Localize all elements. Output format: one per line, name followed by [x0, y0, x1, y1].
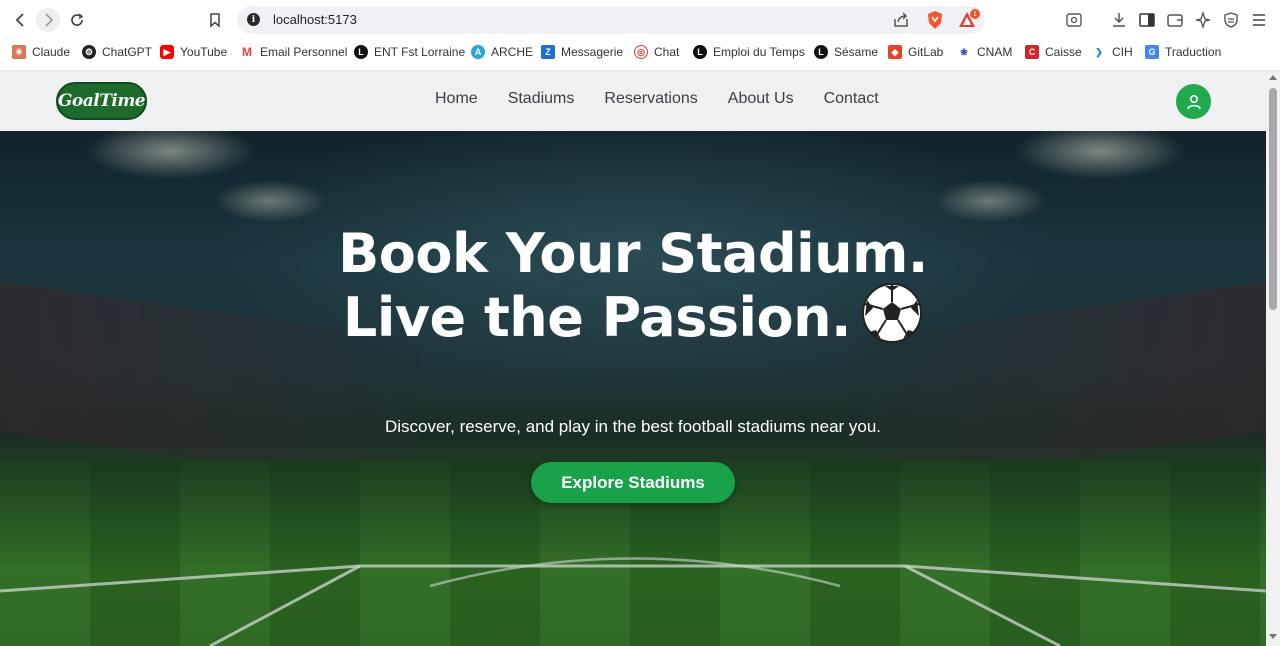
nav-stadiums[interactable]: Stadiums: [508, 90, 575, 108]
bookmark-label: Emploi du Temps: [713, 45, 805, 59]
chatgpt-icon: ⚙: [82, 45, 96, 59]
scroll-up-arrow-icon[interactable]: [1269, 75, 1277, 80]
brave-shield-icon[interactable]: [926, 10, 944, 30]
bookmark-label: Claude: [32, 45, 71, 59]
soccer-ball-icon: [861, 282, 923, 354]
page-viewport: GoalTime Home Stadiums Reservations Abou…: [0, 71, 1266, 646]
site-navbar: GoalTime Home Stadiums Reservations Abou…: [0, 71, 1266, 131]
google-translate-icon: G: [1145, 45, 1159, 59]
bookmark-icon[interactable]: [203, 8, 227, 32]
bookmark-gitlab[interactable]: ◆ GitLab: [888, 44, 943, 60]
hero-title: Book Your Stadium. Live the Passion.: [333, 225, 933, 354]
bookmark-caisse[interactable]: C Caisse: [1025, 44, 1082, 60]
bookmark-label: Chat: [654, 45, 680, 59]
hero-section: Book Your Stadium. Live the Passion. Dis…: [0, 131, 1266, 646]
user-profile-button[interactable]: [1176, 84, 1211, 119]
arche-icon: A: [471, 45, 485, 59]
browser-toolbar: i localhost:5173 1: [0, 0, 1280, 40]
universite-lorraine-icon: L: [354, 45, 368, 59]
page-scrollbar[interactable]: [1266, 71, 1280, 646]
bookmark-label: ENT Fst Lorraine: [374, 45, 466, 59]
nav-links: Home Stadiums Reservations About Us Cont…: [435, 90, 909, 108]
address-bar[interactable]: i localhost:5173 1: [237, 6, 985, 34]
bookmark-traduction[interactable]: G Traduction: [1145, 44, 1221, 60]
bookmark-sesame[interactable]: L Sésame: [814, 44, 878, 60]
bookmark-label: Traduction: [1165, 45, 1222, 59]
caisse-icon: C: [1025, 45, 1039, 59]
hero-title-text: Book Your Stadium. Live the Passion.: [338, 222, 928, 349]
bookmark-chat[interactable]: ◎ Chat: [634, 44, 679, 60]
nav-about-us[interactable]: About Us: [728, 90, 794, 108]
universite-lorraine-icon: L: [814, 45, 828, 59]
user-icon: [1186, 94, 1201, 109]
bookmark-label: Caisse: [1045, 45, 1082, 59]
bookmark-label: Messagerie: [561, 45, 624, 59]
reload-icon[interactable]: [65, 8, 89, 32]
scroll-down-arrow-icon[interactable]: [1269, 634, 1277, 639]
bookmark-messagerie[interactable]: Z Messagerie: [541, 44, 623, 60]
browser-chrome: i localhost:5173 1 ✳ Claude ⚙ ChatGPT ▶ …: [0, 0, 1280, 71]
nav-contact[interactable]: Contact: [824, 90, 879, 108]
claude-icon: ✳: [12, 45, 26, 59]
leo-ai-icon[interactable]: [1194, 10, 1212, 30]
bookmark-label: Email Personnel: [260, 45, 348, 59]
bookmark-chatgpt[interactable]: ⚙ ChatGPT: [82, 44, 152, 60]
wallet-icon[interactable]: [1166, 11, 1184, 29]
bookmark-ent[interactable]: L ENT Fst Lorraine: [354, 44, 465, 60]
universite-lorraine-icon: L: [693, 45, 707, 59]
gmail-icon: M: [240, 45, 254, 59]
cih-icon: ❯: [1092, 45, 1106, 59]
bookmark-label: YouTube: [180, 45, 228, 59]
goaltime-logo[interactable]: GoalTime: [56, 82, 147, 120]
bookmark-emploi[interactable]: L Emploi du Temps: [693, 44, 805, 60]
logo-text: GoalTime: [57, 91, 146, 111]
bookmark-label: Sésame: [834, 45, 879, 59]
rewards-badge: 1: [970, 9, 980, 19]
forward-icon[interactable]: [36, 8, 60, 32]
bookmark-email[interactable]: M Email Personnel: [240, 44, 347, 60]
youtube-icon: ▶: [160, 45, 174, 59]
bookmark-cnam[interactable]: ❀ CNAM: [957, 44, 1012, 60]
bookmark-claude[interactable]: ✳ Claude: [12, 44, 70, 60]
sidebar-icon[interactable]: [1138, 11, 1156, 29]
share-icon[interactable]: [892, 11, 910, 29]
zimbra-icon: Z: [541, 45, 555, 59]
url-text[interactable]: localhost:5173: [273, 12, 357, 27]
bookmark-cih[interactable]: ❯ CIH: [1092, 44, 1133, 60]
bookmark-arche[interactable]: A ARCHE: [471, 44, 533, 60]
bookmark-youtube[interactable]: ▶ YouTube: [160, 44, 227, 60]
download-icon[interactable]: [1110, 11, 1128, 29]
hero-subtitle: Discover, reserve, and play in the best …: [384, 417, 882, 436]
menu-icon[interactable]: [1250, 11, 1268, 29]
scroll-thumb[interactable]: [1269, 88, 1277, 310]
nav-home[interactable]: Home: [435, 90, 478, 108]
gitlab-icon: ◆: [888, 45, 902, 59]
reader-mode-icon[interactable]: [1065, 11, 1083, 29]
nav-reservations[interactable]: Reservations: [604, 90, 697, 108]
bookmark-label: GitLab: [908, 45, 944, 59]
bookmarks-bar: ✳ Claude ⚙ ChatGPT ▶ YouTube M Email Personn…: [0, 40, 1280, 64]
bookmark-label: ChatGPT: [102, 45, 153, 59]
bookmark-label: CNAM: [977, 45, 1013, 59]
vpn-shield-icon[interactable]: [1222, 11, 1240, 29]
bookmark-label: CIH: [1112, 45, 1133, 59]
back-icon[interactable]: [9, 8, 33, 32]
site-info-icon[interactable]: i: [247, 13, 260, 26]
bookmark-label: ARCHE: [491, 45, 534, 59]
cnam-icon: ❀: [957, 45, 971, 59]
explore-stadiums-button[interactable]: Explore Stadiums: [531, 462, 735, 503]
chat-icon: ◎: [634, 45, 648, 59]
